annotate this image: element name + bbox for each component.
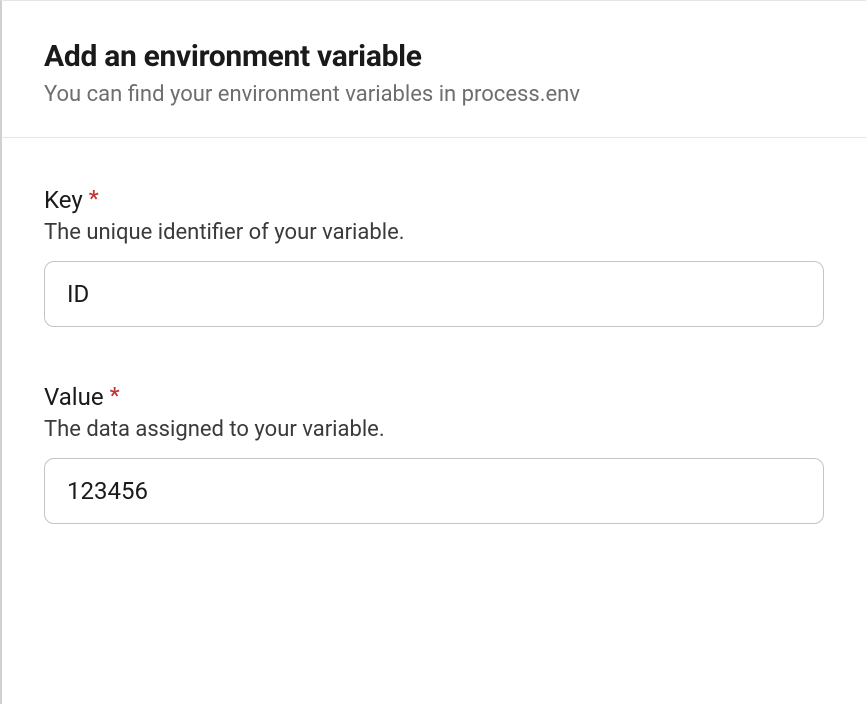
env-var-panel: Add an environment variable You can find… (0, 0, 866, 704)
value-label: Value * (44, 383, 824, 411)
key-field-group: Key * The unique identifier of your vari… (44, 186, 824, 327)
value-description: The data assigned to your variable. (44, 417, 824, 442)
key-input[interactable] (44, 261, 824, 327)
form-body: Key * The unique identifier of your vari… (2, 138, 866, 524)
value-label-text: Value (44, 383, 104, 411)
key-label-text: Key (44, 186, 83, 214)
page-title: Add an environment variable (44, 39, 824, 74)
key-description: The unique identifier of your variable. (44, 220, 824, 245)
value-input[interactable] (44, 458, 824, 524)
value-field-group: Value * The data assigned to your variab… (44, 383, 824, 524)
key-label: Key * (44, 186, 824, 214)
required-icon: * (110, 386, 120, 408)
required-icon: * (89, 189, 99, 211)
page-subtitle: You can find your environment variables … (44, 82, 824, 107)
panel-header: Add an environment variable You can find… (2, 1, 866, 138)
